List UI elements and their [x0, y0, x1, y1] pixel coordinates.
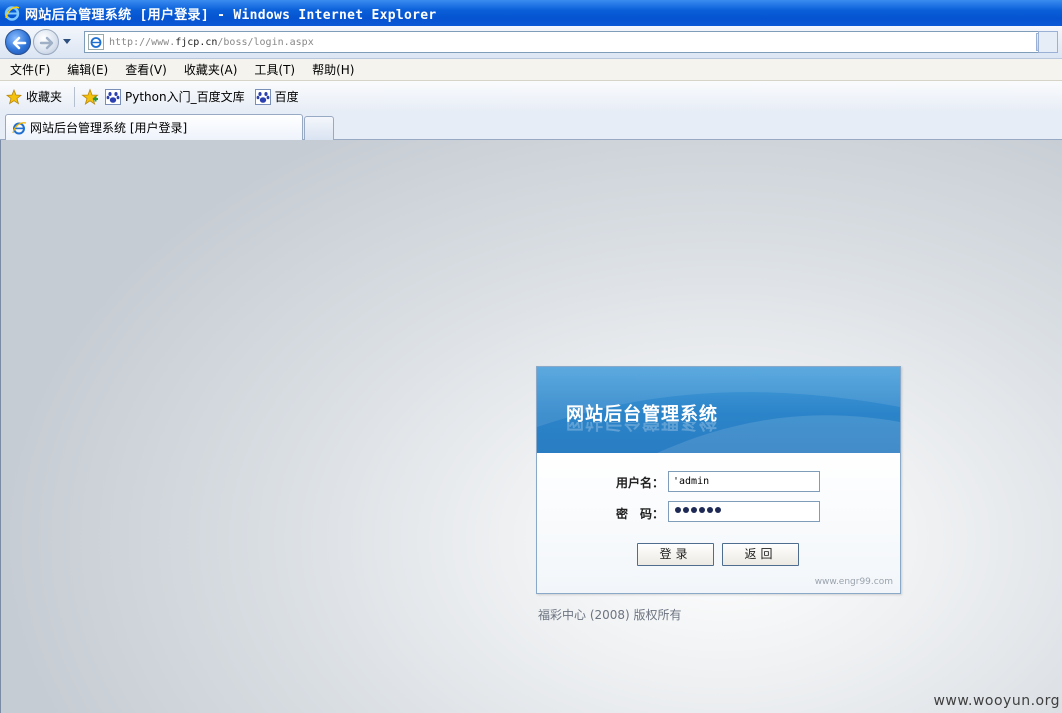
password-mask [675, 507, 721, 513]
page-content: 网站后台管理系统 网站后台管理系统 用户名： 密 码： 登录 返回 www.en… [0, 140, 1062, 713]
add-favorite-icon[interactable] [81, 87, 99, 106]
favorite-link-baidu[interactable]: 百度 [254, 88, 299, 105]
site-watermark: www.wooyun.org [933, 693, 1060, 709]
design-credit: www.engr99.com [814, 577, 893, 587]
address-bar[interactable]: http://www.fjcp.cn/boss/login.aspx [84, 31, 1054, 53]
password-input[interactable] [668, 501, 820, 522]
back-button[interactable] [5, 29, 31, 55]
copyright-text: 福彩中心 (2008) 版权所有 [538, 608, 682, 622]
login-header: 网站后台管理系统 网站后台管理系统 [537, 367, 900, 453]
favorite-link-label: Python入门_百度文库 [125, 90, 245, 104]
favorites-label: 收藏夹 [26, 90, 63, 104]
username-label: 用户名： [616, 476, 665, 490]
url-text[interactable]: http://www.fjcp.cn/boss/login.aspx [109, 37, 1036, 48]
favorites-bar: 收藏夹 Python入门_百度文库 百度 [0, 81, 1062, 112]
password-dot [675, 507, 681, 513]
login-button[interactable]: 登录 [637, 543, 714, 566]
window-title: 网站后台管理系统 [用户登录] - Windows Internet Explo… [25, 7, 437, 23]
recent-pages-dropdown-icon[interactable] [62, 38, 72, 46]
password-label: 密 码： [616, 507, 665, 521]
login-form: 用户名： 密 码： 登录 返回 www.engr99.com [537, 453, 900, 593]
menu-favorites[interactable]: 收藏夹(A) [178, 61, 244, 78]
menu-view[interactable]: 查看(V) [119, 61, 173, 78]
new-tab-button[interactable] [304, 116, 334, 140]
baidu-paw-icon [105, 88, 122, 105]
window-titlebar: 网站后台管理系统 [用户登录] - Windows Internet Explo… [0, 0, 1062, 26]
login-title-reflection: 网站后台管理系统 [566, 422, 718, 436]
password-dot [691, 507, 697, 513]
favorite-link-python[interactable]: Python入门_百度文库 [105, 88, 245, 105]
favorite-link-label: 百度 [274, 90, 299, 104]
ie-logo-icon [4, 6, 20, 21]
password-dot [683, 507, 689, 513]
menu-file[interactable]: 文件(F) [4, 61, 56, 78]
forward-arrow-icon [39, 36, 54, 50]
back-button-form[interactable]: 返回 [722, 543, 799, 566]
password-dot [699, 507, 705, 513]
star-icon [6, 88, 22, 105]
forward-button[interactable] [33, 29, 59, 55]
favorites-separator [74, 86, 76, 107]
login-panel: 网站后台管理系统 网站后台管理系统 用户名： 密 码： 登录 返回 www.en… [536, 366, 901, 594]
address-toolbar: http://www.fjcp.cn/boss/login.aspx [0, 26, 1062, 59]
tab-login-page[interactable]: 网站后台管理系统 [用户登录] [5, 114, 303, 140]
ie-page-icon [12, 121, 27, 134]
favorites-button[interactable]: 收藏夹 [6, 88, 62, 105]
menu-bar: 文件(F) 编辑(E) 查看(V) 收藏夹(A) 工具(T) 帮助(H) [0, 59, 1062, 81]
menu-tools[interactable]: 工具(T) [248, 61, 301, 78]
refresh-button[interactable] [1038, 31, 1058, 53]
baidu-paw-icon [254, 88, 271, 105]
page-favicon-icon [88, 34, 104, 50]
menu-help[interactable]: 帮助(H) [306, 61, 360, 78]
password-dot [707, 507, 713, 513]
tab-strip: 网站后台管理系统 [用户登录] [0, 112, 1062, 140]
username-input[interactable] [668, 471, 820, 492]
password-dot [715, 507, 721, 513]
menu-edit[interactable]: 编辑(E) [61, 61, 114, 78]
back-arrow-icon [12, 36, 27, 50]
tab-label: 网站后台管理系统 [用户登录] [30, 121, 188, 135]
